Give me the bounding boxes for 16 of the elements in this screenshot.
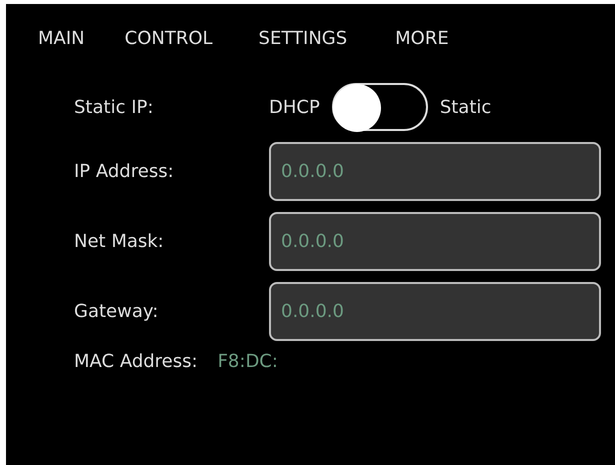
input-field[interactable]: 0.0.0.0	[269, 212, 601, 271]
mac-address-label: MAC Address:	[74, 351, 198, 372]
input-field[interactable]: 0.0.0.0	[269, 142, 601, 201]
static-ip-label: Static IP:	[74, 96, 154, 118]
static-ip-toggle[interactable]	[332, 83, 428, 131]
field-label: Gateway:	[74, 301, 160, 322]
static-label: Static	[440, 96, 492, 118]
nav-tab[interactable]: MAIN	[38, 24, 85, 53]
nav-tab[interactable]: CONTROL	[124, 24, 213, 53]
mac-address-value: F8:DC:	[218, 351, 278, 372]
nav-tab[interactable]: MORE	[395, 24, 449, 53]
field-label: Net Mask:	[74, 231, 165, 252]
field-label: IP Address:	[74, 161, 175, 182]
input-field[interactable]: 0.0.0.0	[269, 282, 601, 341]
dhcp-label: DHCP	[269, 96, 320, 118]
nav-tab[interactable]: SETTINGS	[258, 24, 348, 53]
